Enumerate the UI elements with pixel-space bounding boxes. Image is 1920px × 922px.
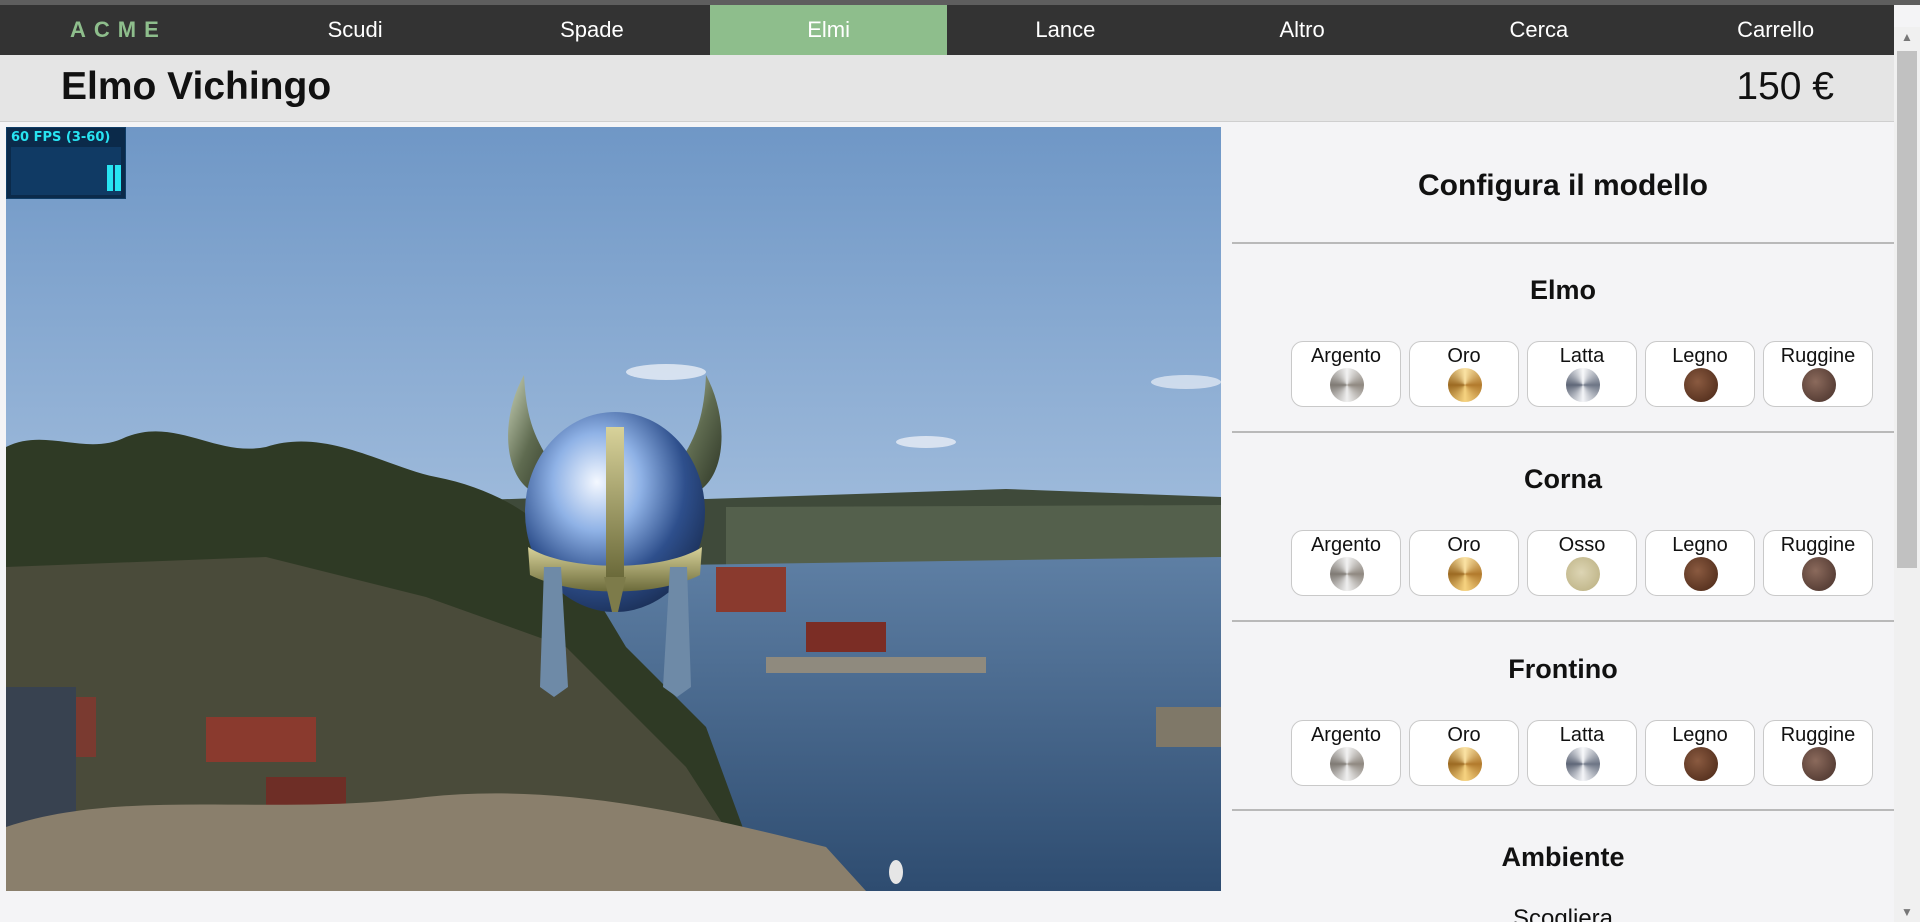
swatch-label: Oro	[1447, 345, 1481, 367]
swatch-corna-legno[interactable]: Legno	[1645, 530, 1755, 596]
swatch-label: Argento	[1310, 534, 1382, 556]
material-osso-icon	[1566, 557, 1600, 591]
material-legno-icon	[1684, 747, 1718, 781]
swatch-group-frontino: Argento Oro Latta Legno Ruggine	[1291, 720, 1873, 786]
swatch-label: Osso	[1558, 534, 1606, 556]
nav-item-lance[interactable]: Lance	[947, 5, 1184, 55]
swatch-label: Legno	[1672, 724, 1728, 746]
swatch-frontino-argento[interactable]: Argento	[1291, 720, 1401, 786]
nav-item-scudi[interactable]: Scudi	[237, 5, 474, 55]
divider	[1232, 242, 1894, 244]
scrollbar-thumb[interactable]	[1897, 51, 1917, 568]
swatch-group-elmo: Argento Oro Latta Legno Ruggine	[1291, 341, 1873, 407]
section-title-frontino: Frontino	[1508, 654, 1618, 684]
swatch-elmo-oro[interactable]: Oro	[1409, 341, 1519, 407]
swatch-elmo-latta[interactable]: Latta	[1527, 341, 1637, 407]
nav-item-altro[interactable]: Altro	[1184, 5, 1421, 55]
material-oro-icon	[1448, 747, 1482, 781]
swatch-elmo-argento[interactable]: Argento	[1291, 341, 1401, 407]
product-header: Elmo Vichingo 150 €	[0, 55, 1894, 122]
nav-item-spade[interactable]: Spade	[474, 5, 711, 55]
divider	[1232, 431, 1894, 433]
section-title-corna: Corna	[1523, 464, 1602, 494]
swatch-label: Oro	[1447, 724, 1481, 746]
divider	[1232, 620, 1894, 622]
scroll-down-arrow-icon[interactable]: ▼	[1894, 902, 1920, 922]
fps-bar	[107, 165, 113, 191]
page-scrollbar[interactable]: ▲ ▼	[1894, 27, 1920, 922]
material-legno-icon	[1684, 557, 1718, 591]
swatch-corna-argento[interactable]: Argento	[1291, 530, 1401, 596]
material-oro-icon	[1448, 368, 1482, 402]
swatch-frontino-ruggine[interactable]: Ruggine	[1763, 720, 1873, 786]
acme-logo[interactable]: ACME	[0, 5, 237, 55]
divider	[1232, 809, 1894, 811]
material-argento-icon	[1330, 368, 1364, 402]
material-latta-icon	[1566, 368, 1600, 402]
material-argento-icon	[1330, 747, 1364, 781]
material-ruggine-icon	[1802, 368, 1836, 402]
swatch-label: Latta	[1559, 345, 1605, 367]
material-oro-icon	[1448, 557, 1482, 591]
fps-label: 60 FPS (3-60)	[11, 130, 111, 145]
swatch-elmo-legno[interactable]: Legno	[1645, 341, 1755, 407]
swatch-label: Argento	[1310, 345, 1382, 367]
fps-meter[interactable]: 60 FPS (3-60)	[6, 127, 126, 199]
material-ruggine-icon	[1802, 557, 1836, 591]
swatch-corna-ruggine[interactable]: Ruggine	[1763, 530, 1873, 596]
swatch-label: Oro	[1447, 534, 1481, 556]
swatch-label: Argento	[1310, 724, 1382, 746]
swatch-corna-oro[interactable]: Oro	[1409, 530, 1519, 596]
swatch-label: Legno	[1672, 345, 1728, 367]
scroll-up-arrow-icon[interactable]: ▲	[1894, 27, 1920, 47]
material-legno-icon	[1684, 368, 1718, 402]
nav-item-carrello[interactable]: Carrello	[1657, 5, 1894, 55]
material-latta-icon	[1566, 747, 1600, 781]
3d-viewer-canvas[interactable]	[6, 127, 1221, 891]
swatch-label: Ruggine	[1780, 724, 1856, 746]
swatch-group-corna: Argento Oro Osso Legno Ruggine	[1291, 530, 1873, 596]
swatch-frontino-legno[interactable]: Legno	[1645, 720, 1755, 786]
fps-bar	[115, 165, 121, 191]
panel-title: Configura il modello	[1418, 169, 1708, 202]
scene-illustration	[6, 127, 1221, 891]
nav-item-elmi[interactable]: Elmi	[710, 5, 947, 55]
environment-option-scogliera[interactable]: Scogliera	[1232, 905, 1894, 922]
section-title-ambiente: Ambiente	[1501, 842, 1625, 872]
section-title-elmo: Elmo	[1529, 275, 1596, 305]
fps-graph	[11, 147, 121, 195]
swatch-elmo-ruggine[interactable]: Ruggine	[1763, 341, 1873, 407]
swatch-corna-osso[interactable]: Osso	[1527, 530, 1637, 596]
product-title: Elmo Vichingo	[61, 65, 332, 108]
product-price: 150 €	[1736, 65, 1834, 108]
swatch-label: Latta	[1559, 724, 1605, 746]
main-navbar: ACME Scudi Spade Elmi Lance Altro Cerca …	[0, 5, 1894, 55]
swatch-label: Legno	[1672, 534, 1728, 556]
swatch-frontino-oro[interactable]: Oro	[1409, 720, 1519, 786]
configuration-panel: Configura il modello Elmo Argento Oro La…	[1232, 127, 1894, 922]
swatch-frontino-latta[interactable]: Latta	[1527, 720, 1637, 786]
swatch-label: Ruggine	[1780, 534, 1856, 556]
material-argento-icon	[1330, 557, 1364, 591]
material-ruggine-icon	[1802, 747, 1836, 781]
nav-item-cerca[interactable]: Cerca	[1421, 5, 1658, 55]
swatch-label: Ruggine	[1780, 345, 1856, 367]
